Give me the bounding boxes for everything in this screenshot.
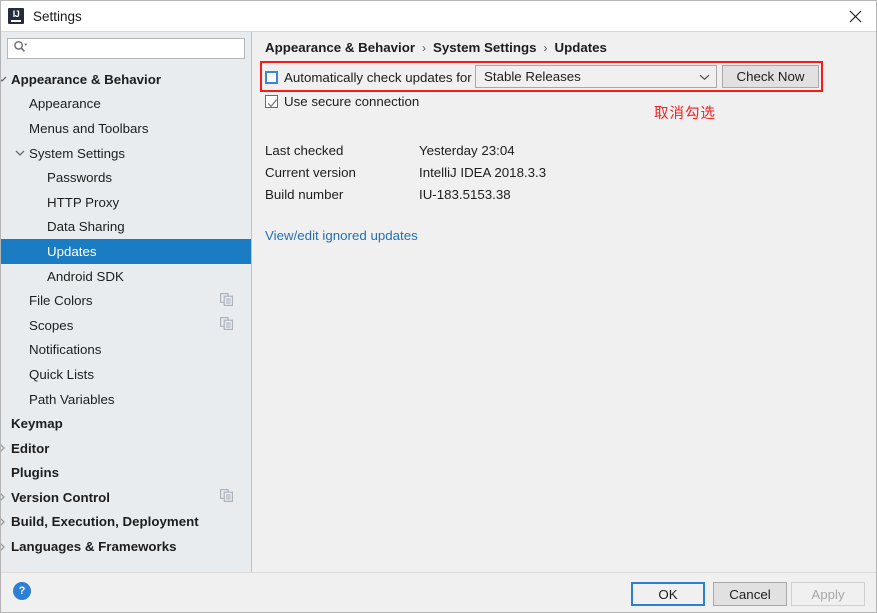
info-key: Last checked (265, 142, 344, 158)
auto-check-updates-checkbox[interactable] (265, 70, 278, 84)
update-channel-value: Stable Releases (484, 69, 581, 84)
chevron-right-icon[interactable] (1, 492, 11, 502)
sidebar-item-file-colors[interactable]: File Colors (1, 288, 251, 313)
annotation-text: 取消勾选 (654, 106, 716, 122)
auto-check-updates-label: Automatically check updates for (284, 69, 472, 85)
settings-tree[interactable]: Appearance & Behavior Appearance Menus and… (1, 67, 251, 567)
chevron-right-icon[interactable] (1, 443, 11, 453)
sidebar-item-label: Languages & Frameworks (11, 539, 177, 555)
copy-icon (220, 317, 233, 333)
update-channel-select[interactable]: Stable Releases (475, 65, 717, 88)
use-secure-connection-label: Use secure connection (284, 94, 420, 109)
chevron-right-icon[interactable] (1, 542, 11, 552)
sidebar-item-version-control[interactable]: Version Control (1, 485, 251, 510)
sidebar-item-label: Menus and Toolbars (29, 120, 149, 136)
sidebar-item-label: Passwords (47, 170, 113, 186)
sidebar-item-android-sdk[interactable]: Android SDK (1, 264, 251, 289)
sidebar-item-http-proxy[interactable]: HTTP Proxy (1, 190, 251, 215)
chevron-down-icon[interactable] (1, 75, 11, 83)
sidebar-item-label: Build, Execution, Deployment (11, 514, 199, 530)
update-info-table: Last checked Yesterday 23:04 Current versi… (265, 139, 546, 205)
ok-button[interactable]: OK (631, 582, 705, 606)
sidebar-item-label: Scopes (29, 317, 74, 333)
sidebar-item-appearance-behavior[interactable]: Appearance & Behavior (1, 67, 251, 92)
info-value: Yesterday 23:04 (419, 142, 515, 158)
sidebar-item-passwords[interactable]: Passwords (1, 165, 251, 190)
sidebar-item-quick-lists[interactable]: Quick Lists (1, 362, 251, 387)
sidebar-item-label: HTTP Proxy (47, 194, 120, 210)
breadcrumb-separator: › (543, 40, 548, 55)
help-icon[interactable]: ? (13, 582, 31, 600)
sidebar-item-label: Appearance & Behavior (11, 71, 162, 87)
info-key: Build number (265, 186, 344, 202)
sidebar-item-build-execution-deployment[interactable]: Build, Execution, Deployment (1, 510, 251, 535)
info-key: Current version (265, 164, 356, 180)
sidebar-item-label: Plugins (11, 465, 60, 481)
view-edit-ignored-updates-link[interactable]: View/edit ignored updates (265, 228, 418, 243)
sidebar-item-plugins[interactable]: Plugins (1, 461, 251, 486)
info-row: Build number IU-183.5153.38 (265, 183, 546, 205)
sidebar-item-updates[interactable]: Updates (1, 239, 251, 264)
sidebar-item-label: Version Control (11, 489, 110, 505)
chevron-right-icon[interactable] (1, 517, 11, 527)
close-icon[interactable] (832, 1, 876, 31)
settings-sidebar: Appearance & Behavior Appearance Menus and… (1, 32, 252, 573)
sidebar-item-label: File Colors (29, 293, 93, 309)
sidebar-item-label: Quick Lists (29, 366, 95, 382)
breadcrumb-separator: › (422, 40, 427, 55)
copy-icon (220, 292, 233, 309)
check-now-button[interactable]: Check Now (722, 65, 819, 88)
search-box[interactable] (7, 38, 245, 59)
checkmark-icon (267, 97, 278, 112)
settings-dialog: IJ Settings Appearance & Behavior Appear… (0, 0, 877, 613)
dialog-footer: ? OK Cancel Apply (1, 572, 876, 612)
sidebar-item-system-settings[interactable]: System Settings (1, 141, 251, 166)
sidebar-item-label: Path Variables (29, 391, 115, 407)
sidebar-item-menus-and-toolbars[interactable]: Menus and Toolbars (1, 116, 251, 141)
title-bar: IJ Settings (1, 1, 876, 32)
info-row: Last checked Yesterday 23:04 (265, 139, 546, 161)
info-row: Current version IntelliJ IDEA 2018.3.3 (265, 161, 546, 183)
search-icon (13, 40, 28, 57)
breadcrumb-item[interactable]: Appearance & Behavior (265, 40, 415, 55)
info-value: IU-183.5153.38 (419, 186, 511, 202)
sidebar-item-path-variables[interactable]: Path Variables (1, 387, 251, 412)
updates-panel: Appearance & Behavior › System Settings › Up… (253, 32, 876, 573)
sidebar-item-editor[interactable]: Editor (1, 436, 251, 461)
chevron-down-icon[interactable] (11, 149, 29, 157)
sidebar-item-label: Appearance (29, 96, 101, 112)
sidebar-item-label: Updates (47, 243, 97, 259)
sidebar-item-label: Notifications (29, 342, 102, 358)
secure-connection-row: Use secure connection (265, 94, 419, 109)
sidebar-item-label: System Settings (29, 145, 126, 161)
sidebar-item-label: Data Sharing (47, 219, 125, 235)
copy-icon (220, 489, 233, 505)
sidebar-item-label: Keymap (11, 416, 63, 432)
chevron-down-icon (692, 73, 716, 81)
search-input[interactable] (28, 40, 244, 57)
use-secure-connection-checkbox[interactable] (265, 95, 278, 108)
intellij-idea-icon: IJ (8, 8, 24, 24)
breadcrumb-item[interactable]: System Settings (433, 40, 536, 55)
sidebar-item-notifications[interactable]: Notifications (1, 338, 251, 363)
sidebar-item-scopes[interactable]: Scopes (1, 313, 251, 338)
sidebar-item-data-sharing[interactable]: Data Sharing (1, 215, 251, 240)
sidebar-item-label: Editor (11, 440, 50, 456)
apply-button[interactable]: Apply (791, 582, 865, 606)
window-title: Settings (33, 8, 82, 24)
cancel-button[interactable]: Cancel (713, 582, 787, 606)
info-value: IntelliJ IDEA 2018.3.3 (419, 164, 547, 180)
auto-check-row: Automatically check updates for (265, 65, 472, 89)
sidebar-item-languages-frameworks[interactable]: Languages & Frameworks (1, 534, 251, 559)
sidebar-item-appearance[interactable]: Appearance (1, 92, 251, 117)
sidebar-item-label: Android SDK (47, 268, 124, 284)
breadcrumb: Appearance & Behavior › System Settings › Up… (265, 40, 607, 55)
search-area (1, 32, 251, 59)
breadcrumb-item[interactable]: Updates (554, 40, 606, 55)
sidebar-item-keymap[interactable]: Keymap (1, 411, 251, 436)
